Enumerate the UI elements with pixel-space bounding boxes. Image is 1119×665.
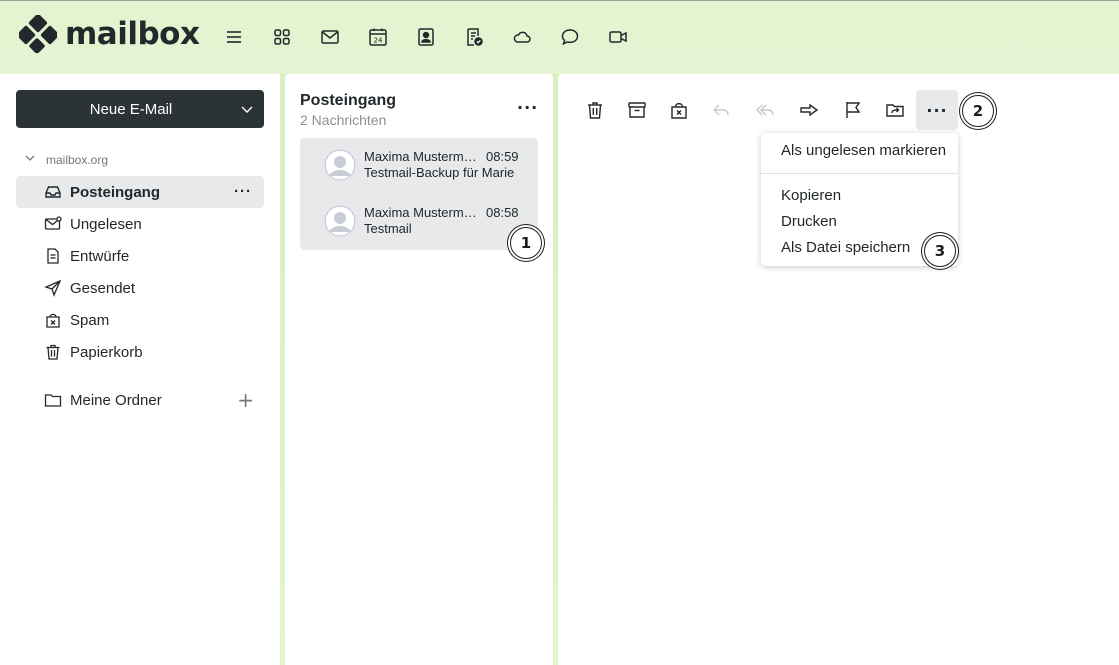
chevron-down-icon [24, 152, 36, 167]
folder-list: Posteingang ··· Ungelesen Entwürfe Gesen… [16, 176, 264, 368]
message-count: 2 Nachrichten [300, 112, 387, 128]
step-badge-3: 3 [924, 235, 956, 267]
unread-mail-icon [44, 215, 62, 233]
logo-mark-icon [16, 13, 60, 54]
list-item[interactable]: Maxima Mustermann 08:58 Testmail [300, 194, 538, 250]
avatar [324, 149, 356, 181]
menu-item-mark-unread[interactable]: Als ungelesen markieren [781, 142, 946, 159]
draft-icon [44, 247, 62, 265]
sidebar-item-gesendet[interactable]: Gesendet [16, 272, 264, 304]
sidebar-item-meine-ordner[interactable]: Meine Ordner [16, 384, 264, 416]
folder-more-button[interactable]: ··· [234, 183, 252, 200]
spam-icon[interactable] [663, 94, 695, 126]
folder-label: Spam [70, 311, 110, 329]
flag-icon[interactable] [837, 94, 869, 126]
inbox-icon [44, 183, 62, 201]
menu-item-print[interactable]: Drucken [781, 213, 837, 230]
menu-item-copy[interactable]: Kopieren [781, 187, 841, 204]
chat-icon[interactable] [556, 23, 584, 51]
message-time: 08:58 [486, 205, 519, 220]
sidebar-item-entwuerfe[interactable]: Entwürfe [16, 240, 264, 272]
message-subject: Testmail [364, 221, 412, 236]
folder-label: Papierkorb [70, 343, 143, 361]
folder-label: Entwürfe [70, 247, 130, 265]
sidebar-item-posteingang[interactable]: Posteingang ··· [16, 176, 264, 208]
folder-label: Posteingang [70, 183, 161, 201]
message-list: Maxima Mustermann 08:59 Testmail-Backup … [300, 138, 538, 250]
calendar-icon[interactable]: 24 [364, 23, 392, 51]
chevron-down-icon[interactable] [230, 102, 264, 116]
cloud-icon[interactable] [508, 23, 536, 51]
message-subject: Testmail-Backup für Marie [364, 165, 515, 180]
sidebar-item-ungelesen[interactable]: Ungelesen [16, 208, 264, 240]
list-more-button[interactable]: ··· [517, 98, 538, 117]
top-header: mailbox 24 [0, 1, 1119, 74]
folder-label: Meine Ordner [70, 391, 162, 409]
archive-icon[interactable] [621, 94, 653, 126]
add-folder-button[interactable]: + [237, 388, 254, 412]
message-sender: Maxima Mustermann [364, 205, 482, 220]
reply-icon[interactable] [705, 94, 737, 126]
new-mail-button[interactable]: Neue E-Mail [16, 90, 264, 128]
svg-text:24: 24 [374, 37, 383, 45]
list-title: Posteingang [300, 92, 397, 109]
delete-icon[interactable] [579, 94, 611, 126]
avatar [324, 205, 356, 237]
sent-icon [44, 279, 62, 297]
contacts-icon[interactable] [412, 23, 440, 51]
move-icon[interactable] [879, 94, 911, 126]
new-mail-label: Neue E-Mail [89, 100, 173, 118]
logo[interactable]: mailbox [16, 13, 200, 54]
message-time: 08:59 [486, 149, 519, 164]
mail-icon[interactable] [316, 23, 344, 51]
reply-all-icon[interactable] [749, 94, 781, 126]
tasks-icon[interactable] [460, 23, 488, 51]
logo-text: mailbox [65, 16, 200, 52]
folder-label: Gesendet [70, 279, 136, 297]
more-icon[interactable]: ··· [916, 90, 958, 130]
step-badge-1: 1 [510, 227, 542, 259]
folder-label: Ungelesen [70, 215, 142, 233]
sidebar: Neue E-Mail mailbox.org Posteingang ··· … [0, 74, 280, 665]
step-badge-2: 2 [962, 95, 994, 127]
apps-grid-icon[interactable] [268, 23, 296, 51]
folder-icon [44, 391, 62, 409]
spam-icon [44, 311, 62, 329]
message-sender: Maxima Mustermann [364, 149, 482, 164]
menu-icon[interactable] [220, 23, 248, 51]
account-name: mailbox.org [46, 152, 109, 167]
sidebar-item-papierkorb[interactable]: Papierkorb [16, 336, 264, 368]
app-switcher: 24 [220, 23, 652, 51]
trash-icon [44, 343, 62, 361]
account-tree-toggle[interactable]: mailbox.org [24, 152, 108, 167]
video-icon[interactable] [604, 23, 632, 51]
sidebar-item-spam[interactable]: Spam [16, 304, 264, 336]
menu-item-save-file[interactable]: Als Datei speichern [781, 239, 910, 256]
message-list-pane: Posteingang 2 Nachrichten ··· Maxima Mus… [285, 74, 553, 665]
forward-icon[interactable] [793, 94, 825, 126]
list-item[interactable]: Maxima Mustermann 08:59 Testmail-Backup … [300, 138, 538, 194]
menu-divider [761, 173, 958, 174]
my-folders-section: Meine Ordner + [16, 384, 264, 416]
